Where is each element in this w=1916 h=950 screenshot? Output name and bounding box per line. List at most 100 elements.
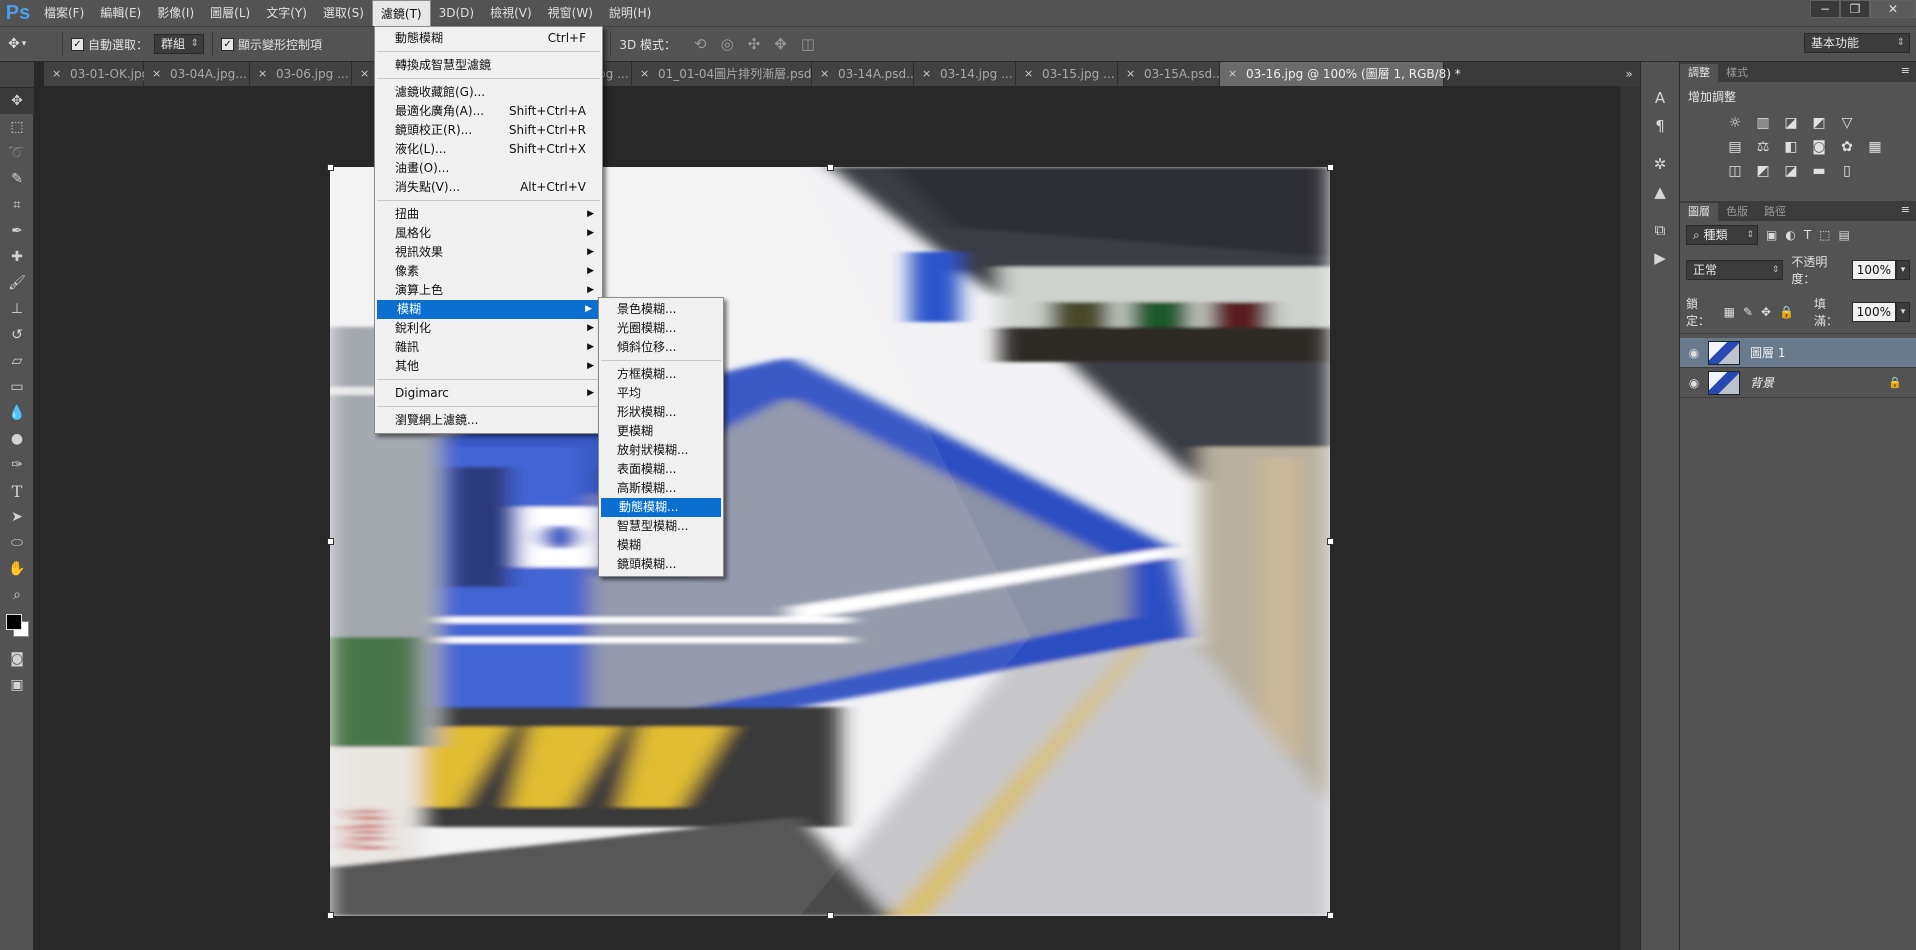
menu-item[interactable]: 編輯(E) [92,0,149,26]
hand-tool-icon[interactable]: ✋ [0,556,34,582]
adjustment-icon[interactable]: ☼ [1726,115,1744,131]
healing-brush-tool-icon[interactable]: ✚ [0,244,34,270]
menu-item[interactable]: 選取(S) [315,0,372,26]
history-panel-icon[interactable]: ⧉ [1641,216,1679,244]
adjustment-icon[interactable]: ◧ [1782,139,1800,155]
3d-roll-icon[interactable]: ◎ [721,35,734,53]
filter-menu-item[interactable]: 動態模糊 Ctrl+F [375,29,602,48]
blur-menu-item[interactable]: 表面模糊... [599,460,723,479]
filter-menu-item[interactable]: 濾鏡收藏館(G)... [375,83,602,102]
blur-menu-item[interactable]: 景色模糊... [599,300,723,319]
quick-select-tool-icon[interactable]: ✎ [0,166,34,192]
layer-row[interactable]: ◉ 圖層 1 [1680,338,1916,368]
adjustment-icon[interactable]: ◙ [1810,139,1828,155]
adjustment-icon[interactable]: ⚖ [1754,139,1772,155]
filter-menu-item[interactable]: 消失點(V)... Alt+Ctrl+V [375,178,602,197]
3d-drag-icon[interactable]: ✣ [748,35,761,53]
workspace-dropdown[interactable]: 基本功能 [1804,33,1910,53]
blur-menu-item[interactable]: 動態模糊... [601,498,721,517]
foreground-color-swatch[interactable] [6,614,22,630]
chevron-down-icon[interactable]: ▾ [1895,302,1910,322]
filter-menu-item[interactable]: 雜訊 ▶ [375,338,602,357]
filter-menu-item[interactable]: 視訊效果 ▶ [375,243,602,262]
3d-scale-icon[interactable]: ◫ [801,35,815,53]
path-select-tool-icon[interactable]: ➤ [0,504,34,530]
screen-mode-icon[interactable]: ▣ [0,672,34,698]
menu-item[interactable]: 文字(Y) [258,0,315,26]
close-icon[interactable]: × [1024,62,1033,86]
filter-pixel-icon[interactable]: ▣ [1766,228,1777,242]
transform-handle[interactable] [1327,912,1334,919]
blur-menu-item[interactable]: 高斯模糊... [599,479,723,498]
marquee-tool-icon[interactable]: ⬚ [0,114,34,140]
menu-item[interactable]: 說明(H) [601,0,659,26]
layer-filter-dropdown[interactable]: ⌕ 種類 [1686,225,1758,245]
blend-mode-dropdown[interactable]: 正常 [1686,260,1784,280]
tab-document[interactable]: 03-14.jpg ... × [914,62,1016,86]
blur-menu-item[interactable]: 形狀模糊... [599,403,723,422]
eraser-tool-icon[interactable]: ▱ [0,348,34,374]
filter-menu-item[interactable]: 模糊 ▶ [377,300,600,319]
menu-item[interactable]: 檔案(F) [36,0,92,26]
blur-menu-item[interactable]: 智慧型模糊... [599,517,723,536]
blur-menu-item[interactable]: 方框模糊... [599,365,723,384]
type-tool-icon[interactable]: T [0,478,34,504]
close-icon[interactable]: × [922,62,931,86]
tab-document[interactable]: 03-15.jpg ... × [1016,62,1118,86]
close-button[interactable]: ✕ [1870,0,1916,18]
filter-menu-item[interactable]: 像素 ▶ [375,262,602,281]
filter-menu-item[interactable]: 其他 ▶ [375,357,602,376]
close-icon[interactable]: × [152,62,161,86]
brush-settings-icon[interactable]: ✲ [1641,150,1679,178]
filter-type-icon[interactable]: T [1804,228,1811,242]
paragraph-panel-icon[interactable]: ¶ [1641,112,1679,140]
blur-menu-item[interactable]: 更模糊 [599,422,723,441]
tab-document[interactable]: 03-06.jpg ... × [250,62,352,86]
adjustment-icon[interactable]: ◪ [1782,115,1800,131]
transform-handle[interactable] [327,538,334,545]
filter-menu-item[interactable]: 扭曲 ▶ [375,205,602,224]
adjustment-icon[interactable]: ◩ [1754,163,1772,179]
menu-item[interactable]: 3D(D) [431,0,482,26]
close-icon[interactable]: × [52,62,61,86]
histogram-icon[interactable]: ▲ [1641,178,1679,206]
3d-slide-icon[interactable]: ✥ [774,35,787,53]
blur-tool-icon[interactable]: 💧 [0,400,34,426]
menu-item[interactable]: 檢視(V) [482,0,540,26]
pen-tool-icon[interactable]: ✑ [0,452,34,478]
tab-document[interactable]: 03-14A.psd... × [812,62,918,86]
lock-position-icon[interactable]: ✥ [1761,305,1771,319]
vertical-scrollbar[interactable] [1620,86,1640,950]
auto-select-dropdown[interactable]: 群組 [154,34,205,54]
close-icon[interactable]: × [820,62,829,86]
adjustment-icon[interactable]: ◪ [1782,163,1800,179]
tab-layers[interactable]: 圖層 [1680,203,1718,221]
adjustment-icon[interactable]: ✿ [1838,139,1856,155]
layer-row[interactable]: ◉ 背景 🔒 [1680,368,1916,398]
dodge-tool-icon[interactable]: ● [0,426,34,452]
adjustment-icon[interactable]: ◩ [1810,115,1828,131]
filter-shape-icon[interactable]: ⬚ [1819,228,1830,242]
ellipse-tool-icon[interactable]: ⬭ [0,530,34,556]
close-icon[interactable]: × [640,62,649,86]
tab-adjustments[interactable]: 調整 [1680,64,1718,82]
eye-icon[interactable]: ◉ [1680,376,1708,390]
menu-item[interactable]: 濾鏡(T) [371,0,431,26]
crop-tool-icon[interactable]: ⌗ [0,192,34,218]
filter-menu-item[interactable]: 轉換成智慧型濾鏡 [375,56,602,75]
adjustment-icon[interactable]: ▯ [1838,163,1856,179]
filter-menu-item[interactable]: 銳利化 ▶ [375,319,602,338]
blur-menu-item[interactable]: 模糊 [599,536,723,555]
restore-button[interactable]: ❐ [1840,0,1870,18]
move-tool-preset[interactable]: ✥ ▾ [8,36,54,52]
clone-stamp-tool-icon[interactable]: ⊥ [0,296,34,322]
tab-channels[interactable]: 色版 [1718,203,1756,221]
panel-menu-icon[interactable]: ≡ [1901,203,1910,216]
zoom-tool-icon[interactable]: ⌕ [0,582,34,608]
history-brush-tool-icon[interactable]: ↺ [0,322,34,348]
chevron-down-icon[interactable]: ▾ [1896,260,1910,280]
opacity-input[interactable]: 100% [1851,260,1896,280]
tab-paths[interactable]: 路徑 [1756,203,1794,221]
3d-rotate-icon[interactable]: ⟲ [694,35,707,53]
transform-handle[interactable] [327,912,334,919]
